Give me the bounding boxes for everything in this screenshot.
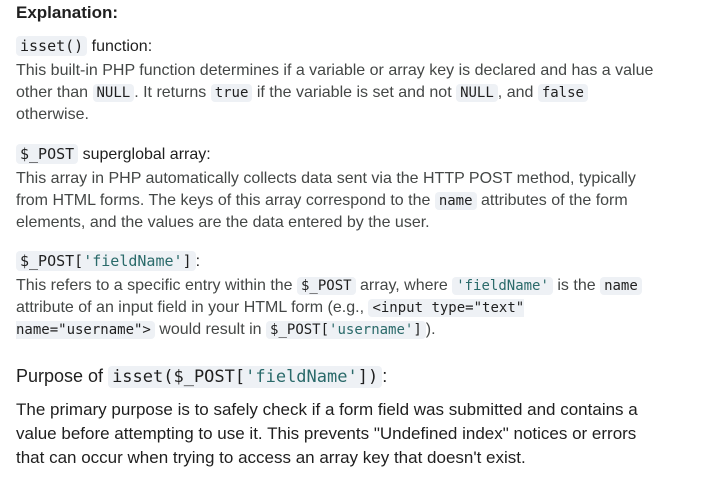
desc-text: ). bbox=[425, 321, 436, 338]
section-heading: Explanation: bbox=[16, 3, 119, 22]
code-part: ] bbox=[182, 252, 192, 270]
desc-text: would result in bbox=[154, 321, 267, 338]
inline-code: isset() bbox=[16, 36, 88, 56]
heading-text: : bbox=[382, 366, 388, 386]
purpose-heading: Purpose of isset($_POST['fieldName']): bbox=[16, 364, 656, 389]
desc-text: otherwise. bbox=[16, 106, 89, 123]
inline-code: isset($_POST['fieldName']) bbox=[108, 366, 383, 388]
inline-code: true bbox=[210, 84, 253, 102]
term-isset-function: isset() function: bbox=[16, 35, 656, 58]
inline-code: name bbox=[434, 192, 477, 210]
desc-text: if the variable is set and not bbox=[252, 84, 457, 101]
code-string: 'fieldName' bbox=[83, 252, 183, 270]
code-part: ]) bbox=[357, 367, 379, 387]
code-string: 'fieldName' bbox=[245, 367, 358, 387]
term-description: This built-in PHP function determines if… bbox=[16, 60, 656, 126]
term-label: : bbox=[195, 253, 201, 270]
term-description: This array in PHP automatically collects… bbox=[16, 168, 656, 234]
desc-text: This refers to a specific entry within t… bbox=[16, 277, 297, 294]
desc-text: is the bbox=[552, 277, 601, 294]
code-part: $_POST[ bbox=[270, 322, 330, 338]
term-label: function: bbox=[87, 38, 153, 55]
desc-text: array, where bbox=[355, 277, 453, 294]
inline-code: NULL bbox=[92, 84, 135, 102]
purpose-paragraph: The primary purpose is to safely check i… bbox=[16, 400, 638, 467]
inline-code: $_POST['username'] bbox=[266, 321, 426, 339]
heading-text: Purpose of bbox=[16, 366, 109, 386]
term-post-fieldname: $_POST['fieldName']: bbox=[16, 250, 656, 273]
code-part: isset($_POST[ bbox=[112, 367, 246, 387]
desc-text: attribute of an input field in your HTML… bbox=[16, 299, 369, 316]
explanation-document: Explanation: isset() function: This buil… bbox=[0, 0, 716, 499]
inline-code: false bbox=[537, 84, 588, 102]
inline-code: name bbox=[600, 277, 642, 295]
code-part: ] bbox=[413, 322, 422, 338]
inline-code: $_POST['fieldName'] bbox=[16, 251, 196, 271]
code-part: $_POST[ bbox=[20, 252, 84, 270]
code-string: 'username' bbox=[329, 322, 414, 338]
term-post-superglobal: $_POST superglobal array: bbox=[16, 143, 656, 166]
inline-code: $_POST bbox=[297, 277, 356, 295]
desc-text: . It returns bbox=[134, 84, 211, 101]
inline-code: $_POST bbox=[16, 144, 79, 164]
term-description: This refers to a specific entry within t… bbox=[16, 275, 656, 341]
desc-text: , and bbox=[497, 84, 538, 101]
inline-code: NULL bbox=[456, 84, 498, 102]
term-label: superglobal array: bbox=[78, 146, 211, 163]
inline-code: 'fieldName' bbox=[452, 277, 553, 295]
